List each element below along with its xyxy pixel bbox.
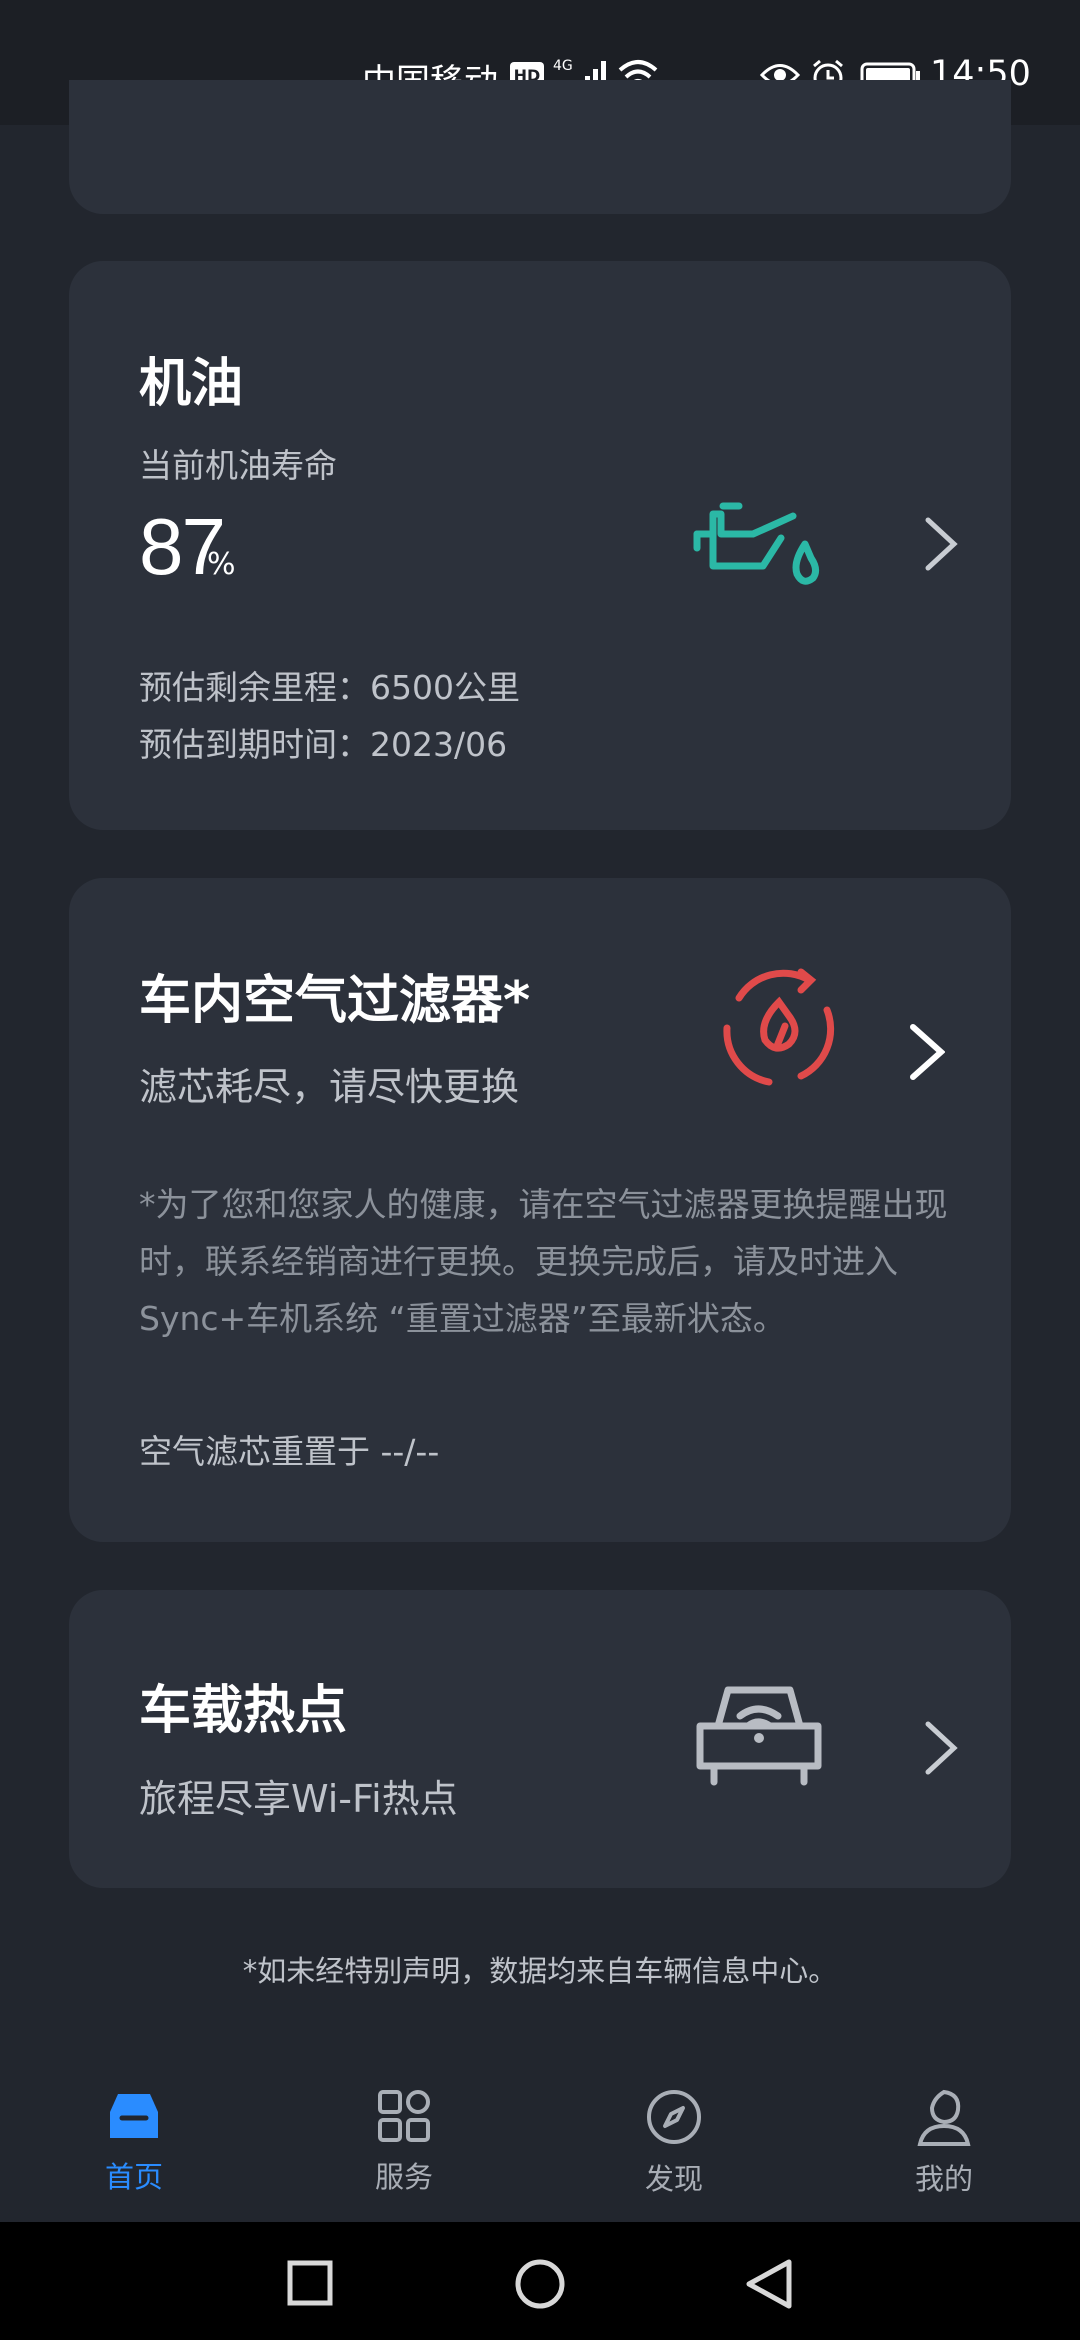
nav-discover[interactable]: 发现 [594,2088,754,2198]
air-filter-title: 车内空气过滤器* [139,971,531,1031]
person-icon [917,2089,971,2146]
nav-mine-label: 我的 [914,2162,973,2196]
oil-title: 机油 [139,354,244,414]
compass-icon [647,2090,701,2144]
oil-remaining-range: 预估剩余里程：6500公里 [139,668,520,707]
oil-subtitle: 当前机油寿命 [139,446,337,485]
chevron-right-icon[interactable] [924,1720,958,1780]
nav-discover-label: 发现 [644,2162,703,2196]
nav-service-label: 服务 [374,2160,433,2194]
air-filter-reset-time: 空气滤芯重置于 --/-- [139,1432,440,1471]
car-wifi-icon [694,1680,824,1794]
back-triangle-icon[interactable] [745,2258,793,2314]
nav-home[interactable]: 首页 [54,2088,214,2196]
filter-cycle-icon [709,958,849,1102]
network-type: 4G [553,58,573,74]
chevron-right-icon[interactable] [909,1023,946,1085]
data-source-note: *如未经特别声明，数据均来自车辆信息中心。 [242,1954,838,1988]
oil-life-unit: % [207,547,236,582]
hotspot-title: 车载热点 [139,1681,348,1741]
air-filter-card[interactable]: 车内空气过滤器* 滤芯耗尽，请尽快更换 *为了您和您家人的健康，请在空气过滤器更… [69,878,1011,1542]
air-filter-note: *为了您和您家人的健康，请在空气过滤器更换提醒出现时，联系经销商进行更换。更换完… [139,1185,948,1338]
car-icon [110,2094,158,2138]
previous-card[interactable] [69,80,1011,214]
hotspot-subtitle: 旅程尽享Wi-Fi热点 [139,1777,458,1821]
nav-service[interactable]: 服务 [324,2088,484,2196]
system-nav-bar [0,2222,1080,2340]
recent-apps-icon[interactable] [287,2260,333,2310]
oil-can-icon [693,486,823,600]
air-filter-status: 滤芯耗尽，请尽快更换 [139,1065,520,1109]
oil-card[interactable]: 机油 当前机油寿命 87 % 预估剩余里程：6500公里 预估到期时间：2023… [69,261,1011,830]
home-circle-icon[interactable] [514,2258,566,2314]
nav-mine[interactable]: 我的 [864,2088,1024,2198]
chevron-right-icon[interactable] [924,516,958,576]
nav-home-label: 首页 [104,2160,163,2194]
bottom-nav: 首页 服务 发现 我的 [0,2060,1080,2222]
grid-icon [378,2090,430,2142]
oil-due-date: 预估到期时间：2023/06 [139,725,508,764]
hotspot-card[interactable]: 车载热点 旅程尽享Wi-Fi热点 [69,1590,1011,1888]
